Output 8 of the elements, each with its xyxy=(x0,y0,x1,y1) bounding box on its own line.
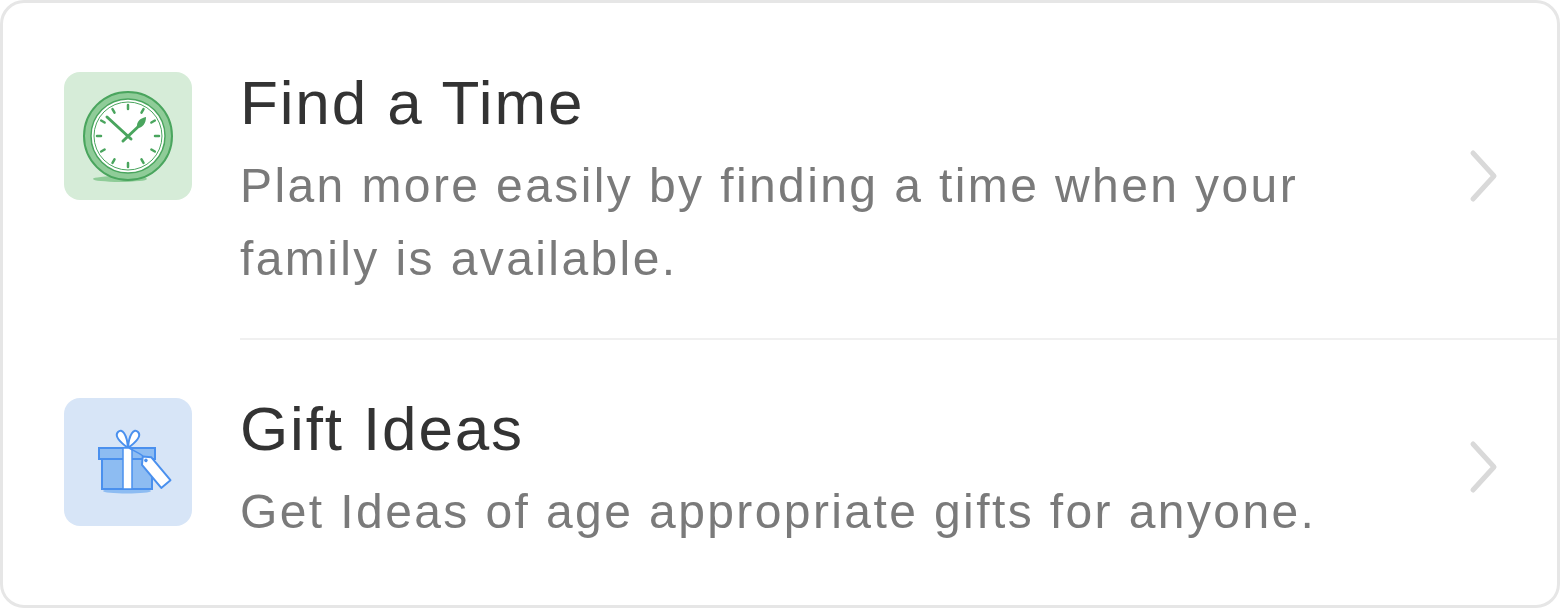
item-description: Get Ideas of age appropriate gifts for anyone. xyxy=(240,484,1318,540)
item-description: Plan more easily by finding a time when your family is available. xyxy=(240,158,1300,287)
item-title: Find a Time xyxy=(240,67,585,139)
item-title: Gift Ideas xyxy=(240,393,524,465)
gift-icon xyxy=(64,398,192,526)
chevron-right-icon xyxy=(1469,439,1499,494)
clock-icon xyxy=(64,72,192,200)
chevron-right-icon xyxy=(1469,149,1499,203)
